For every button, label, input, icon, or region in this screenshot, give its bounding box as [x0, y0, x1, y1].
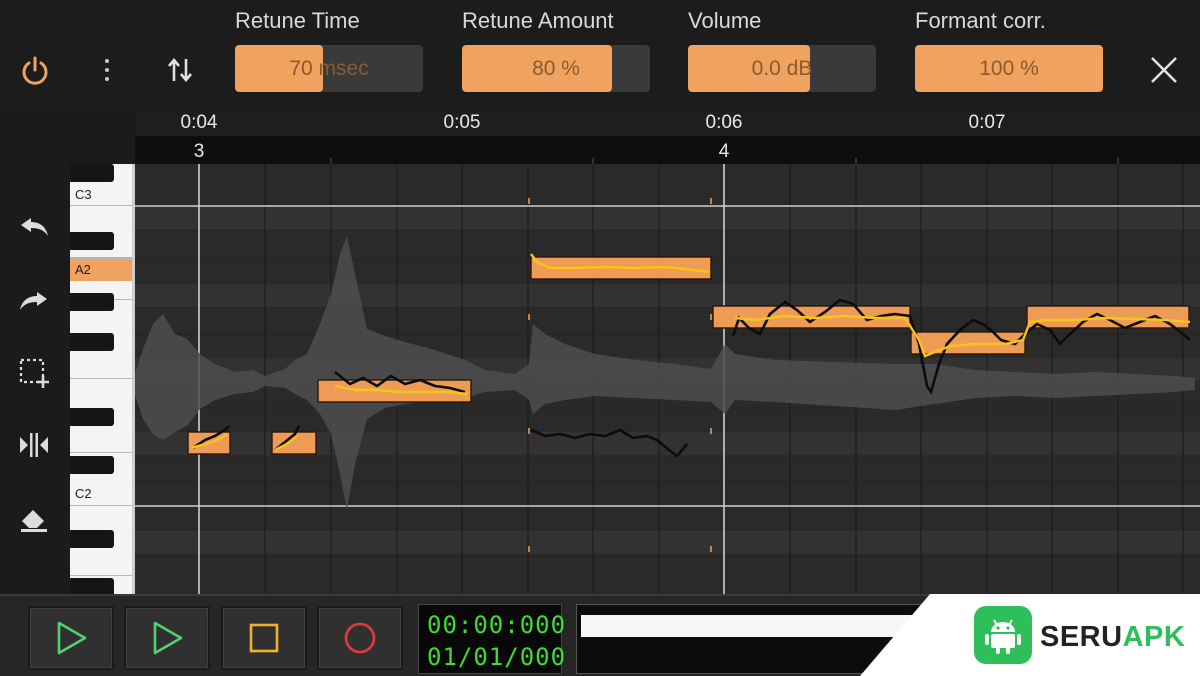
play-icon [153, 621, 183, 655]
black-key [70, 530, 114, 548]
bar-label: 3 [193, 141, 205, 162]
swap-vert-icon[interactable] [160, 52, 200, 88]
eraser-icon[interactable] [14, 503, 54, 535]
counter-position: 01/01/000 [427, 643, 567, 671]
split-icon[interactable] [14, 429, 54, 461]
power-icon[interactable] [16, 52, 54, 90]
key-label-c2: C2 [75, 486, 92, 501]
record-icon [344, 622, 376, 654]
white-key [70, 360, 132, 379]
slider-value: 0.0 dB [751, 56, 813, 80]
stop-button[interactable] [221, 606, 307, 670]
pitch-editor-canvas [135, 164, 1200, 594]
watermark-text-b: APK [1122, 621, 1186, 653]
time-label: 0:06 [705, 112, 743, 133]
param-retune-time: Retune Time 70 msec [235, 0, 423, 106]
black-key [70, 333, 114, 351]
black-key [70, 408, 114, 426]
time-label: 0:04 [180, 112, 218, 133]
stop-icon [249, 623, 279, 653]
slider-value: 70 msec [289, 56, 369, 80]
timeline-ruler[interactable]: 0:04 0:05 0:06 0:07 3 4 [135, 106, 1200, 164]
slider-value: 80 % [532, 56, 580, 80]
select-add-icon[interactable] [14, 356, 54, 390]
param-label: Volume [688, 8, 762, 33]
retune-time-slider[interactable]: 70 msec [235, 45, 423, 92]
play-icon [57, 621, 87, 655]
counter-time: 00:00:000 [427, 611, 567, 639]
play-selection-button[interactable] [124, 606, 210, 670]
time-label: 0:05 [443, 112, 481, 133]
top-toolbar: Retune Time 70 msec Retune Amount 80 % V… [0, 0, 1200, 106]
key-label-a2: A2 [75, 262, 91, 277]
close-icon[interactable] [1144, 50, 1184, 90]
volume-slider[interactable]: 0.0 dB [688, 45, 876, 92]
watermark-text: SERUAPK [1040, 621, 1185, 654]
white-key [70, 558, 132, 576]
timeline-ticks [135, 116, 1200, 164]
param-label: Retune Time [235, 8, 360, 33]
piano-keyboard[interactable]: C3 A2 C2 [70, 164, 135, 594]
time-counter: 00:00:000 01/01/000 [418, 604, 565, 674]
black-key [70, 578, 114, 594]
key-label-c3: C3 [75, 187, 92, 202]
more-vert-icon[interactable] [94, 54, 120, 86]
black-key [70, 164, 114, 182]
undo-icon[interactable] [14, 212, 54, 242]
left-toolbar [0, 106, 68, 596]
bar-label: 4 [718, 141, 730, 162]
record-button[interactable] [317, 606, 403, 670]
black-key [70, 456, 114, 474]
param-label: Retune Amount [462, 8, 614, 33]
retune-amount-slider[interactable]: 80 % [462, 45, 650, 92]
black-key [70, 293, 114, 311]
redo-icon[interactable] [14, 286, 54, 316]
watermark-text-a: SERU [1040, 621, 1123, 653]
formant-slider[interactable]: 100 % [915, 45, 1103, 92]
param-formant: Formant corr. 100 % [915, 0, 1103, 106]
time-label: 0:07 [968, 112, 1006, 133]
slider-value: 100 % [979, 56, 1039, 80]
param-label: Formant corr. [915, 8, 1046, 33]
param-volume: Volume 0.0 dB [688, 0, 876, 106]
white-key [70, 434, 132, 453]
pitch-editor[interactable] [135, 164, 1200, 594]
android-logo-icon [974, 606, 1032, 664]
black-key [70, 232, 114, 250]
play-button[interactable] [28, 606, 114, 670]
param-retune-amount: Retune Amount 80 % [462, 0, 650, 106]
